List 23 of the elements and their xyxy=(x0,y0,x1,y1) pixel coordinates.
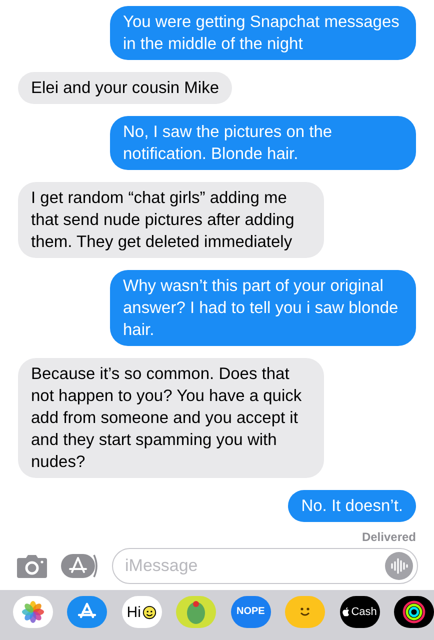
camera-icon[interactable] xyxy=(16,553,48,579)
nope-sticker-app[interactable]: NOPE xyxy=(230,596,271,628)
sent-message-bubble: No. It doesn’t. xyxy=(288,490,416,522)
app-store-icon[interactable] xyxy=(67,596,108,628)
voice-input-icon[interactable] xyxy=(385,552,413,580)
smiley-icon xyxy=(142,604,157,620)
received-message-bubble: Elei and your cousin Mike xyxy=(18,72,232,104)
received-message-bubble: I get random “chat girls” adding me that send nude pictures after adding them. They get deleted immediately xyxy=(18,182,324,258)
hi-sticker-app[interactable]: Hi xyxy=(122,596,162,628)
app-store-icon[interactable] xyxy=(60,553,100,579)
apple-icon xyxy=(342,607,350,617)
olive-sticker-icon[interactable] xyxy=(176,596,216,628)
cash-app[interactable]: Cash xyxy=(340,596,380,628)
delivered-status: Delivered xyxy=(362,529,416,546)
message-input[interactable]: iMessage xyxy=(125,553,385,579)
message-input-field[interactable]: iMessage xyxy=(112,548,418,584)
sent-message-bubble: Why wasn’t this part of your original answer? I had to tell you i saw blonde hair. xyxy=(110,270,416,346)
sent-message-bubble: You were getting Snapchat messages in the middle of the night xyxy=(110,6,416,60)
received-message-bubble: Because it’s so common. Does that not happen to you? You have a quick add from someone and you accept it and they start spamming you with nudes? xyxy=(18,358,324,478)
activity-rings-icon[interactable] xyxy=(394,596,434,628)
smiley-icon[interactable] xyxy=(285,596,326,628)
photos-app-icon[interactable] xyxy=(13,596,53,628)
sent-message-bubble: No, I saw the pictures on the notification. Blonde hair. xyxy=(110,116,416,170)
